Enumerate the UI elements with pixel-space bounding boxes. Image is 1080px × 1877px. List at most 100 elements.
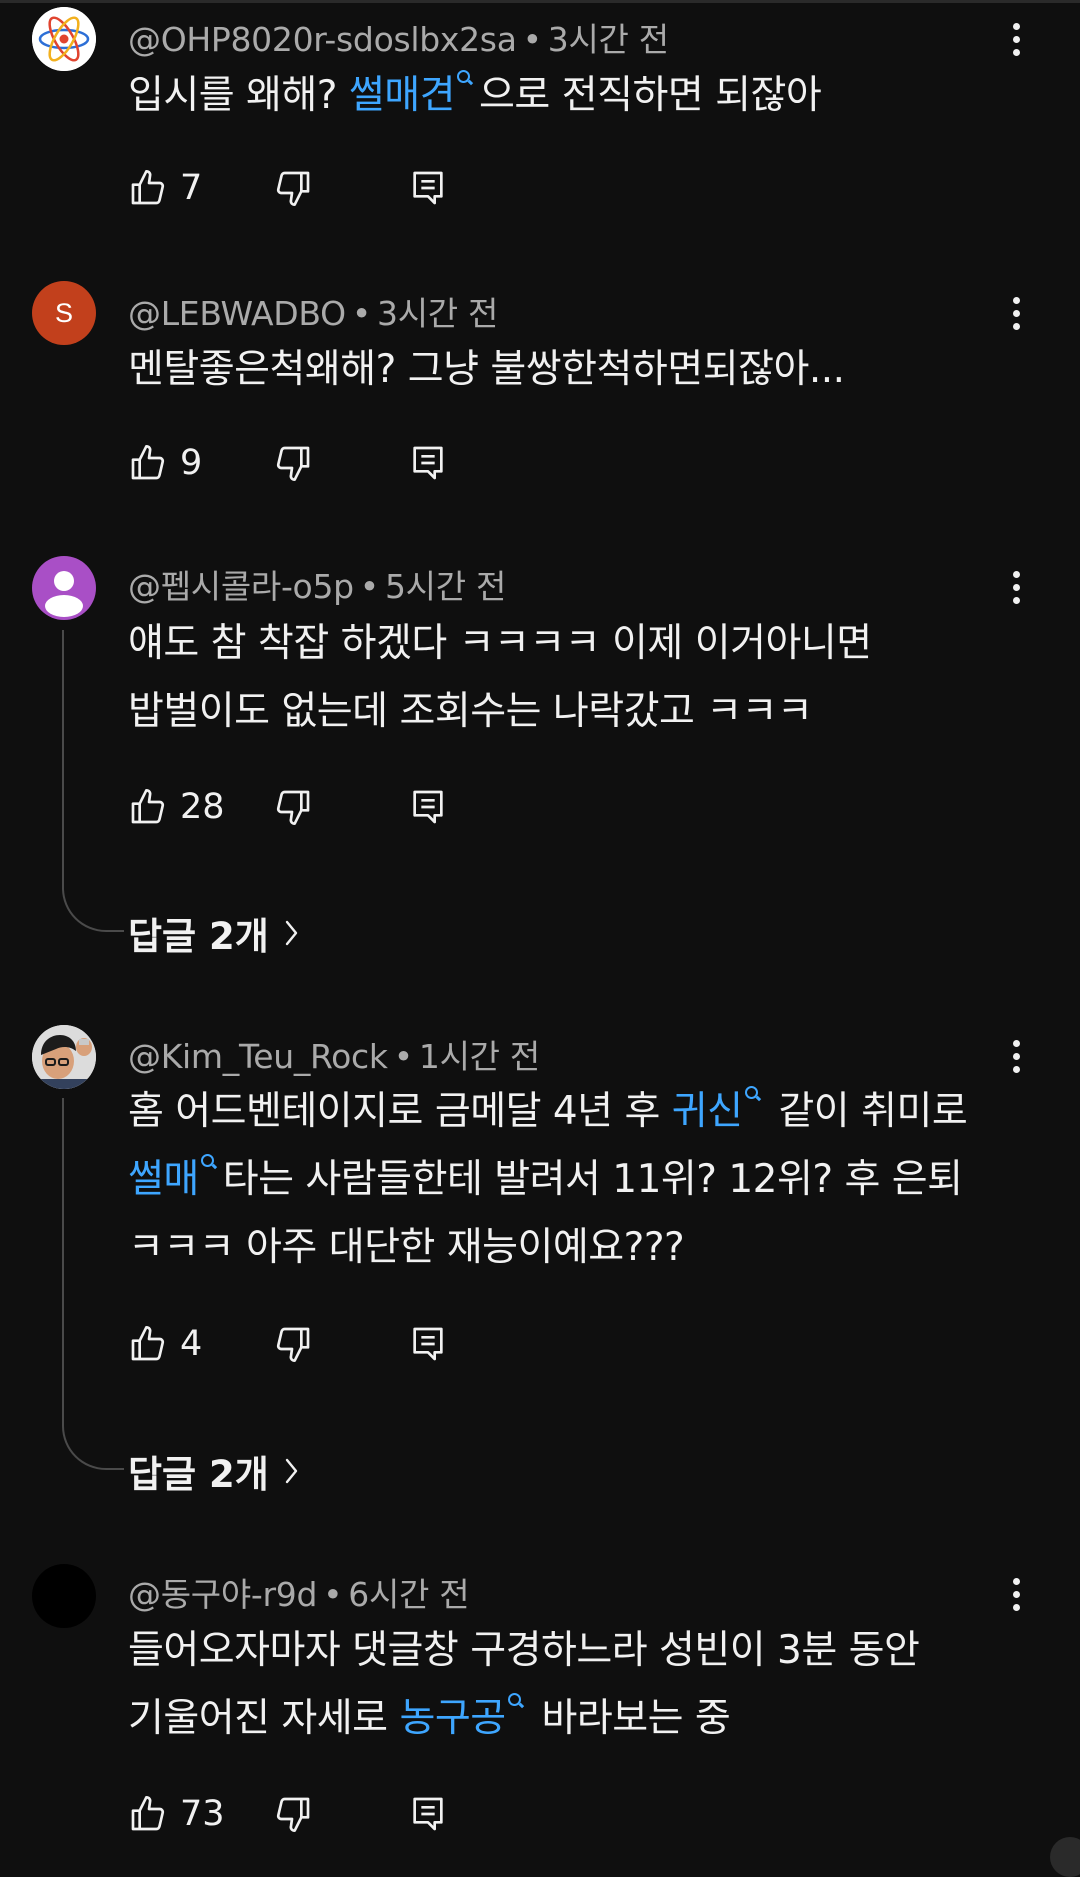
like-button[interactable]: 7 bbox=[128, 164, 202, 212]
search-icon bbox=[744, 1078, 761, 1106]
comment-actions: 4 bbox=[128, 1320, 528, 1368]
reply-button[interactable] bbox=[408, 1790, 448, 1838]
meta-separator: • bbox=[393, 1037, 413, 1076]
avatar[interactable] bbox=[32, 556, 96, 620]
thumbs-down-icon bbox=[276, 171, 310, 207]
chip-label: 썰매견 bbox=[348, 73, 456, 118]
comment-meta: @LEBWADBO • 3시간 전 bbox=[128, 287, 498, 335]
replies-label: 답글 2개 bbox=[128, 1453, 269, 1496]
text-line: 얘도 참 착잡 하겠다 ㅋㅋㅋㅋ 이제 이거아니면 bbox=[128, 621, 872, 666]
thumbs-up-icon bbox=[131, 1796, 165, 1831]
thumbs-up-icon bbox=[131, 445, 165, 480]
text-line: 밥벌이도 없는데 조회수는 나락갔고 ㅋㅋㅋ bbox=[128, 689, 813, 734]
text-fragment: 홈 어드벤테이지로 금메달 4년 후 bbox=[128, 1089, 672, 1134]
comment-text: 입시를 왜해? 썰매견 으로 전직하면 되잖아 bbox=[128, 62, 1028, 130]
comment-author[interactable]: @펩시콜라-o5p bbox=[128, 567, 354, 606]
search-icon bbox=[200, 1146, 217, 1174]
like-button[interactable]: 73 bbox=[128, 1790, 225, 1838]
comment-author[interactable]: @OHP8020r-sdoslbx2sa bbox=[128, 20, 517, 59]
text-fragment: 으로 전직하면 되잖아 bbox=[479, 73, 822, 118]
text-fragment: 타는 사람들한테 발려서 11위? 12위? 후 은퇴 bbox=[222, 1157, 963, 1202]
thumbs-down-icon bbox=[276, 1327, 310, 1362]
like-count: 9 bbox=[180, 443, 203, 483]
chip-label: 귀신 bbox=[671, 1089, 743, 1134]
comment-author[interactable]: @Kim_Teu_Rock bbox=[128, 1037, 388, 1076]
meta-separator: • bbox=[351, 294, 372, 333]
reply-button[interactable] bbox=[408, 439, 448, 487]
like-button[interactable]: 4 bbox=[128, 1320, 202, 1368]
search-chip[interactable]: 귀신 bbox=[671, 1086, 767, 1134]
text-fragment: 입시를 왜해? bbox=[128, 73, 349, 118]
thumbs-up-icon bbox=[131, 1326, 165, 1361]
comment-meta: @펩시콜라-o5p • 5시간 전 bbox=[128, 560, 506, 608]
comment-meta: @OHP8020r-sdoslbx2sa • 3시간 전 bbox=[128, 13, 669, 61]
comment-text: 들어오자마자 댓글창 구경하느라 성빈이 3분 동안 기울어진 자세로 농구공 … bbox=[128, 1617, 1028, 1753]
chip-label: 썰매 bbox=[128, 1157, 199, 1202]
reply-button[interactable] bbox=[408, 1320, 448, 1368]
profile-photo bbox=[32, 1025, 96, 1089]
meta-separator: • bbox=[359, 567, 379, 606]
dislike-button[interactable] bbox=[273, 1320, 313, 1368]
comment-text: 얘도 참 착잡 하겠다 ㅋㅋㅋㅋ 이제 이거아니면 밥벌이도 없는데 조회수는 … bbox=[128, 610, 1028, 746]
comment-actions: 7 bbox=[128, 164, 528, 212]
corner-overlay bbox=[1050, 1837, 1080, 1877]
reply-button[interactable] bbox=[408, 783, 448, 831]
like-count: 4 bbox=[180, 1324, 203, 1364]
more-vert-icon[interactable] bbox=[998, 563, 1034, 611]
search-icon bbox=[457, 62, 473, 90]
reply-comment-icon bbox=[413, 790, 443, 824]
more-vert-icon[interactable] bbox=[998, 1032, 1034, 1080]
chevron-right-icon bbox=[285, 920, 297, 946]
dislike-button[interactable] bbox=[273, 164, 313, 212]
like-button[interactable]: 9 bbox=[128, 439, 202, 487]
text-line: 홈 어드벤테이지로 금메달 4년 후 귀신 같이 취미로 bbox=[128, 1078, 1028, 1146]
comment-actions: 73 bbox=[128, 1790, 528, 1838]
search-chip[interactable]: 농구공 bbox=[399, 1693, 529, 1741]
search-icon bbox=[507, 1685, 524, 1713]
text-fragment: 바라보는 중 bbox=[529, 1696, 731, 1741]
comment-time: 1시간 전 bbox=[418, 1037, 540, 1076]
avatar[interactable] bbox=[32, 7, 96, 71]
avatar[interactable] bbox=[32, 1025, 96, 1089]
dislike-button[interactable] bbox=[273, 783, 313, 831]
text-line: 들어오자마자 댓글창 구경하느라 성빈이 3분 동안 bbox=[128, 1628, 920, 1673]
comment-text: 멘탈좋은척왜해? 그냥 불쌍한척하면되잖아... bbox=[128, 336, 1028, 404]
avatar[interactable]: S bbox=[32, 281, 96, 345]
replies-label: 답글 2개 bbox=[128, 915, 269, 958]
reply-comment-icon bbox=[413, 1797, 443, 1831]
reply-comment-icon bbox=[413, 446, 443, 480]
like-button[interactable]: 28 bbox=[128, 783, 225, 831]
avatar-letter: S bbox=[54, 297, 73, 328]
text-line: 기울어진 자세로 농구공 바라보는 중 bbox=[128, 1685, 1028, 1753]
thumbs-up-icon bbox=[131, 789, 165, 824]
comment-author[interactable]: @동구야-r9d bbox=[128, 1575, 317, 1614]
comment-actions: 28 bbox=[128, 783, 528, 831]
text-line: 멘탈좋은척왜해? 그냥 불쌍한척하면되잖아... bbox=[128, 347, 845, 392]
more-vert-icon[interactable] bbox=[998, 15, 1034, 63]
search-chip[interactable]: 썰매견 bbox=[348, 70, 479, 118]
search-chip[interactable]: 썰매 bbox=[128, 1154, 223, 1202]
meta-separator: • bbox=[522, 20, 542, 59]
more-vert-icon[interactable] bbox=[998, 289, 1034, 337]
meta-separator: • bbox=[323, 1575, 343, 1614]
more-vert-icon[interactable] bbox=[998, 1570, 1034, 1618]
avatar[interactable] bbox=[32, 1564, 96, 1628]
view-replies-button[interactable]: 답글 2개 bbox=[128, 906, 301, 960]
comment-author[interactable]: @LEBWADBO bbox=[128, 294, 346, 333]
like-count: 28 bbox=[180, 787, 225, 827]
default-person-icon bbox=[45, 571, 83, 617]
comment-time: 3시간 전 bbox=[547, 20, 669, 59]
comment-time: 3시간 전 bbox=[377, 294, 499, 333]
comment-meta: @Kim_Teu_Rock • 1시간 전 bbox=[128, 1030, 540, 1078]
chevron-right-icon bbox=[285, 1458, 297, 1484]
dislike-button[interactable] bbox=[273, 439, 313, 487]
dislike-button[interactable] bbox=[273, 1790, 313, 1838]
comment-text: 홈 어드벤테이지로 금메달 4년 후 귀신 같이 취미로 썰매 타는 사람들한테 … bbox=[128, 1078, 1028, 1282]
text-line: 썰매 타는 사람들한테 발려서 11위? 12위? 후 은퇴 bbox=[128, 1146, 1028, 1214]
reply-button[interactable] bbox=[408, 164, 448, 212]
thumbs-up-icon bbox=[131, 170, 165, 205]
view-replies-button[interactable]: 답글 2개 bbox=[128, 1444, 301, 1498]
comment-time: 6시간 전 bbox=[348, 1575, 470, 1614]
like-count: 7 bbox=[180, 168, 203, 208]
reply-comment-icon bbox=[413, 171, 443, 205]
